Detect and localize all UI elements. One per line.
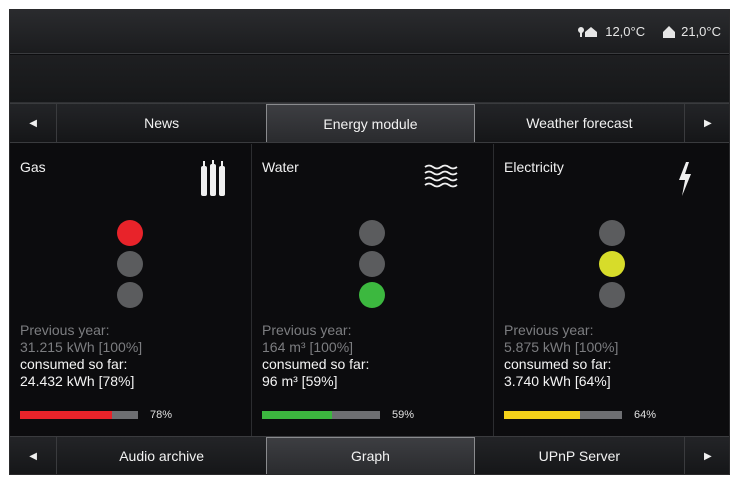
consumption-bar: 59% (262, 409, 414, 421)
tab-energy-module[interactable]: Energy module (266, 104, 475, 142)
water-panel[interactable]: Water Previous year: 164 m³ [100%] consu… (252, 144, 494, 436)
consumption-text: Previous year: 31.215 kWh [100%] consume… (20, 322, 142, 390)
tab-scroll-right-button[interactable]: ▶ (683, 437, 729, 474)
panel-title: Water (262, 159, 299, 175)
progress-percent: 64% (634, 409, 657, 421)
bottom-tab-bar: ◀ Audio archive Graph UPnP Server ▶ (10, 436, 729, 474)
outdoor-house-icon (578, 26, 598, 37)
tab-audio-archive[interactable]: Audio archive (57, 437, 266, 474)
panel-title: Gas (20, 159, 46, 175)
status-bar: 12,0°C 21,0°C (10, 10, 729, 54)
header-band (10, 55, 729, 103)
progress-fill (262, 411, 332, 419)
consumed-value: 24.432 kWh [78%] (20, 373, 135, 389)
outdoor-temperature: 12,0°C (577, 24, 645, 39)
progress-track (504, 411, 622, 419)
indoor-temp-value: 21,0°C (681, 24, 721, 39)
gas-panel[interactable]: Gas Previous year: 31.215 kWh [100%] con… (10, 144, 252, 436)
light-red (359, 220, 385, 246)
energy-panels: Gas Previous year: 31.215 kWh [100%] con… (10, 144, 729, 436)
progress-percent: 78% (150, 409, 173, 421)
tab-scroll-left-button[interactable]: ◀ (10, 437, 58, 474)
previous-year-label: Previous year: (504, 322, 594, 338)
tab-graph[interactable]: Graph (266, 437, 475, 474)
indoor-temperature: 21,0°C (663, 24, 721, 39)
consumed-value: 96 m³ [59%] (262, 373, 338, 389)
light-green (359, 282, 385, 308)
consumption-text: Previous year: 5.875 kWh [100%] consumed… (504, 322, 618, 390)
consumption-bar: 64% (504, 409, 656, 421)
previous-year-value: 5.875 kWh [100%] (504, 339, 619, 355)
light-red (117, 220, 143, 246)
electricity-panel[interactable]: Electricity Previous year: 5.875 kWh [10… (494, 144, 729, 436)
light-red (599, 220, 625, 246)
previous-year-value: 31.215 kWh [100%] (20, 339, 143, 355)
outdoor-temp-value: 12,0°C (605, 24, 646, 39)
light-yellow (359, 251, 385, 277)
light-green (117, 282, 143, 308)
previous-year-value: 164 m³ [100%] (262, 339, 354, 355)
consumed-value: 3.740 kWh [64%] (504, 373, 611, 389)
indoor-house-icon (663, 25, 676, 38)
progress-track (20, 411, 138, 419)
tab-news[interactable]: News (57, 104, 266, 142)
light-yellow (117, 251, 143, 277)
tab-scroll-right-button[interactable]: ▶ (683, 104, 729, 142)
consumed-label: consumed so far: (20, 356, 128, 372)
water-waves-icon (424, 164, 458, 188)
consumed-label: consumed so far: (262, 356, 370, 372)
previous-year-label: Previous year: (20, 322, 110, 338)
light-yellow (599, 251, 625, 277)
gas-bottles-icon (201, 160, 225, 196)
previous-year-label: Previous year: (262, 322, 352, 338)
progress-track (262, 411, 380, 419)
tab-weather-forecast[interactable]: Weather forecast (475, 104, 684, 142)
progress-percent: 59% (392, 409, 415, 421)
light-green (599, 282, 625, 308)
consumed-label: consumed so far: (504, 356, 612, 372)
progress-fill (20, 411, 113, 419)
top-tab-bar: ◀ News Energy module Weather forecast ▶ (10, 103, 729, 143)
tab-upnp-server[interactable]: UPnP Server (475, 437, 684, 474)
panel-title: Electricity (504, 159, 564, 175)
consumption-bar: 78% (20, 409, 172, 421)
screen: 12,0°C 21,0°C ◀ News Energy module Weath… (9, 9, 730, 475)
progress-fill (504, 411, 580, 419)
tab-scroll-left-button[interactable]: ◀ (10, 104, 58, 142)
lightning-bolt-icon (679, 162, 691, 196)
consumption-text: Previous year: 164 m³ [100%] consumed so… (262, 322, 369, 390)
